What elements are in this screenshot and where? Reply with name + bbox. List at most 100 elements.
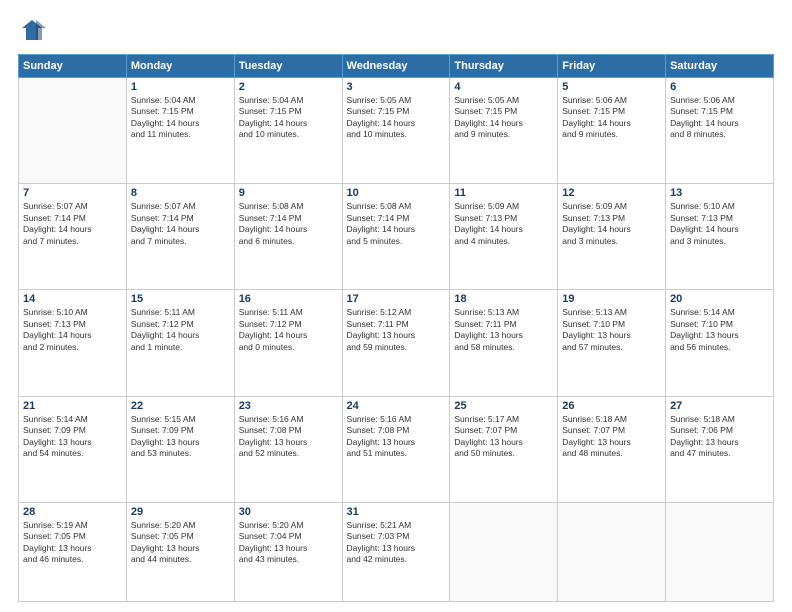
cell-info: Sunrise: 5:17 AM Sunset: 7:07 PM Dayligh… xyxy=(454,414,553,460)
day-number: 18 xyxy=(454,293,553,305)
week-row-2: 7 Sunrise: 5:07 AM Sunset: 7:14 PM Daylig… xyxy=(19,184,774,290)
day-number: 29 xyxy=(131,506,230,518)
cell-info: Sunrise: 5:06 AM Sunset: 7:15 PM Dayligh… xyxy=(670,95,769,141)
col-header-monday: Monday xyxy=(126,55,234,78)
calendar-cell: 2 Sunrise: 5:04 AM Sunset: 7:15 PM Daylig… xyxy=(234,78,342,184)
day-number: 19 xyxy=(562,293,661,305)
day-number: 5 xyxy=(562,81,661,93)
calendar-cell: 15Sunrise: 5:11 AM Sunset: 7:12 PM Dayli… xyxy=(126,290,234,396)
cell-info: Sunrise: 5:09 AM Sunset: 7:13 PM Dayligh… xyxy=(562,201,661,247)
week-row-1: 1 Sunrise: 5:04 AM Sunset: 7:15 PM Daylig… xyxy=(19,78,774,184)
calendar-cell: 29 Sunrise: 5:20 AM Sunset: 7:05 PM Dayli… xyxy=(126,502,234,601)
day-number: 23 xyxy=(239,400,338,412)
col-header-friday: Friday xyxy=(558,55,666,78)
cell-info: Sunrise: 5:05 AM Sunset: 7:15 PM Dayligh… xyxy=(347,95,446,141)
cell-info: Sunrise: 5:05 AM Sunset: 7:15 PM Dayligh… xyxy=(454,95,553,141)
cell-info: Sunrise: 5:14 AM Sunset: 7:10 PM Dayligh… xyxy=(670,307,769,353)
calendar-cell: 10 Sunrise: 5:08 AM Sunset: 7:14 PM Dayli… xyxy=(342,184,450,290)
cell-info: Sunrise: 5:06 AM Sunset: 7:15 PM Dayligh… xyxy=(562,95,661,141)
cell-info: Sunrise: 5:15 AM Sunset: 7:09 PM Dayligh… xyxy=(131,414,230,460)
day-number: 9 xyxy=(239,187,338,199)
cell-info: Sunrise: 5:11 AM Sunset: 7:12 PM Dayligh… xyxy=(239,307,338,353)
day-number: 16 xyxy=(239,293,338,305)
cell-info: Sunrise: 5:20 AM Sunset: 7:04 PM Dayligh… xyxy=(239,520,338,566)
day-number: 25 xyxy=(454,400,553,412)
cell-info: Sunrise: 5:10 AM Sunset: 7:13 PM Dayligh… xyxy=(670,201,769,247)
calendar-cell: 30Sunrise: 5:20 AM Sunset: 7:04 PM Dayli… xyxy=(234,502,342,601)
day-number: 1 xyxy=(131,81,230,93)
day-number: 17 xyxy=(347,293,446,305)
cell-info: Sunrise: 5:13 AM Sunset: 7:11 PM Dayligh… xyxy=(454,307,553,353)
calendar-cell: 23 Sunrise: 5:16 AM Sunset: 7:08 PM Dayli… xyxy=(234,396,342,502)
cell-info: Sunrise: 5:04 AM Sunset: 7:15 PM Dayligh… xyxy=(239,95,338,141)
day-number: 12 xyxy=(562,187,661,199)
col-header-saturday: Saturday xyxy=(666,55,774,78)
calendar-cell xyxy=(19,78,127,184)
calendar-cell: 27 Sunrise: 5:18 AM Sunset: 7:06 PM Dayli… xyxy=(666,396,774,502)
calendar-cell: 28 Sunrise: 5:19 AM Sunset: 7:05 PM Dayli… xyxy=(19,502,127,601)
day-number: 14 xyxy=(23,293,122,305)
day-number: 2 xyxy=(239,81,338,93)
day-number: 7 xyxy=(23,187,122,199)
cell-info: Sunrise: 5:13 AM Sunset: 7:10 PM Dayligh… xyxy=(562,307,661,353)
calendar-cell: 14 Sunrise: 5:10 AM Sunset: 7:13 PM Dayli… xyxy=(19,290,127,396)
page: SundayMondayTuesdayWednesdayThursdayFrid… xyxy=(0,0,792,612)
calendar-table: SundayMondayTuesdayWednesdayThursdayFrid… xyxy=(18,54,774,602)
calendar-cell: 5 Sunrise: 5:06 AM Sunset: 7:15 PM Daylig… xyxy=(558,78,666,184)
day-number: 15 xyxy=(131,293,230,305)
calendar-cell: 22 Sunrise: 5:15 AM Sunset: 7:09 PM Dayli… xyxy=(126,396,234,502)
calendar-cell: 1 Sunrise: 5:04 AM Sunset: 7:15 PM Daylig… xyxy=(126,78,234,184)
logo-icon xyxy=(18,18,46,46)
cell-info: Sunrise: 5:12 AM Sunset: 7:11 PM Dayligh… xyxy=(347,307,446,353)
cell-info: Sunrise: 5:07 AM Sunset: 7:14 PM Dayligh… xyxy=(131,201,230,247)
calendar-cell: 8 Sunrise: 5:07 AM Sunset: 7:14 PM Daylig… xyxy=(126,184,234,290)
col-header-sunday: Sunday xyxy=(19,55,127,78)
day-number: 26 xyxy=(562,400,661,412)
cell-info: Sunrise: 5:20 AM Sunset: 7:05 PM Dayligh… xyxy=(131,520,230,566)
calendar-cell: 19 Sunrise: 5:13 AM Sunset: 7:10 PM Dayli… xyxy=(558,290,666,396)
day-number: 10 xyxy=(347,187,446,199)
cell-info: Sunrise: 5:04 AM Sunset: 7:15 PM Dayligh… xyxy=(131,95,230,141)
cell-info: Sunrise: 5:08 AM Sunset: 7:14 PM Dayligh… xyxy=(347,201,446,247)
day-number: 20 xyxy=(670,293,769,305)
day-number: 21 xyxy=(23,400,122,412)
calendar-cell: 20 Sunrise: 5:14 AM Sunset: 7:10 PM Dayli… xyxy=(666,290,774,396)
cell-info: Sunrise: 5:14 AM Sunset: 7:09 PM Dayligh… xyxy=(23,414,122,460)
calendar-cell: 25 Sunrise: 5:17 AM Sunset: 7:07 PM Dayli… xyxy=(450,396,558,502)
calendar-cell: 16 Sunrise: 5:11 AM Sunset: 7:12 PM Dayli… xyxy=(234,290,342,396)
calendar-cell: 9 Sunrise: 5:08 AM Sunset: 7:14 PM Daylig… xyxy=(234,184,342,290)
cell-info: Sunrise: 5:16 AM Sunset: 7:08 PM Dayligh… xyxy=(239,414,338,460)
cell-info: Sunrise: 5:18 AM Sunset: 7:07 PM Dayligh… xyxy=(562,414,661,460)
calendar-cell: 21 Sunrise: 5:14 AM Sunset: 7:09 PM Dayli… xyxy=(19,396,127,502)
week-row-4: 21 Sunrise: 5:14 AM Sunset: 7:09 PM Dayli… xyxy=(19,396,774,502)
calendar-cell: 11Sunrise: 5:09 AM Sunset: 7:13 PM Dayli… xyxy=(450,184,558,290)
cell-info: Sunrise: 5:16 AM Sunset: 7:08 PM Dayligh… xyxy=(347,414,446,460)
col-header-tuesday: Tuesday xyxy=(234,55,342,78)
cell-info: Sunrise: 5:07 AM Sunset: 7:14 PM Dayligh… xyxy=(23,201,122,247)
day-number: 11 xyxy=(454,187,553,199)
calendar-cell: 26 Sunrise: 5:18 AM Sunset: 7:07 PM Dayli… xyxy=(558,396,666,502)
day-number: 4 xyxy=(454,81,553,93)
day-number: 13 xyxy=(670,187,769,199)
week-row-3: 14 Sunrise: 5:10 AM Sunset: 7:13 PM Dayli… xyxy=(19,290,774,396)
cell-info: Sunrise: 5:08 AM Sunset: 7:14 PM Dayligh… xyxy=(239,201,338,247)
calendar-cell xyxy=(666,502,774,601)
week-row-5: 28 Sunrise: 5:19 AM Sunset: 7:05 PM Dayli… xyxy=(19,502,774,601)
day-number: 31 xyxy=(347,506,446,518)
day-number: 24 xyxy=(347,400,446,412)
calendar-cell xyxy=(450,502,558,601)
day-number: 28 xyxy=(23,506,122,518)
calendar-cell: 18 Sunrise: 5:13 AM Sunset: 7:11 PM Dayli… xyxy=(450,290,558,396)
col-header-wednesday: Wednesday xyxy=(342,55,450,78)
day-number: 27 xyxy=(670,400,769,412)
cell-info: Sunrise: 5:18 AM Sunset: 7:06 PM Dayligh… xyxy=(670,414,769,460)
day-number: 6 xyxy=(670,81,769,93)
day-number: 22 xyxy=(131,400,230,412)
cell-info: Sunrise: 5:10 AM Sunset: 7:13 PM Dayligh… xyxy=(23,307,122,353)
calendar-cell: 6 Sunrise: 5:06 AM Sunset: 7:15 PM Daylig… xyxy=(666,78,774,184)
day-number: 3 xyxy=(347,81,446,93)
cell-info: Sunrise: 5:19 AM Sunset: 7:05 PM Dayligh… xyxy=(23,520,122,566)
day-number: 8 xyxy=(131,187,230,199)
calendar-header-row: SundayMondayTuesdayWednesdayThursdayFrid… xyxy=(19,55,774,78)
calendar-cell: 7 Sunrise: 5:07 AM Sunset: 7:14 PM Daylig… xyxy=(19,184,127,290)
